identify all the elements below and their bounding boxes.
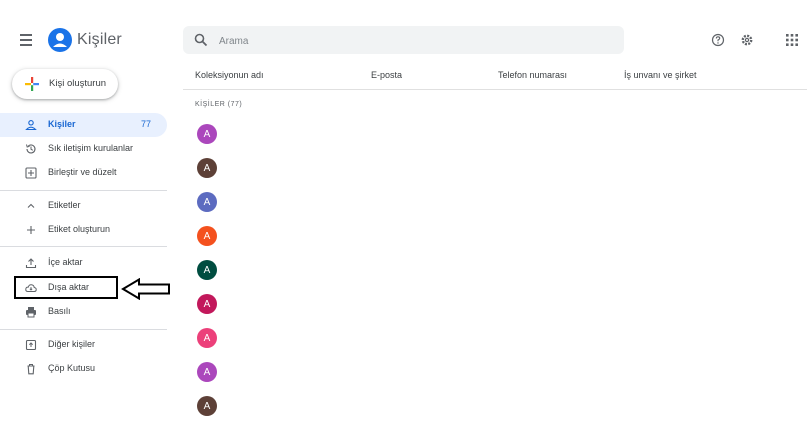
sidebar-divider [0,190,167,191]
sidebar-item-label: Etiketler [48,200,81,210]
table-row[interactable]: A [183,360,807,384]
merge-icon [25,166,37,179]
avatar[interactable]: A [197,362,217,382]
annotation-left-arrow-icon [121,277,171,301]
app-title: Kişiler [77,31,122,48]
avatar[interactable]: A [197,158,217,178]
contacts-section-label: KİŞİLER (77) [195,101,243,108]
table-row[interactable]: A [183,292,807,316]
table-row[interactable]: A [183,156,807,180]
sidebar-item-trash[interactable]: Çöp Kutusu [0,357,167,381]
avatar[interactable]: A [197,260,217,280]
sidebar-item-label: Etiket oluşturun [48,224,111,234]
chevron-up-icon [25,199,37,211]
sidebar-item-label: Birleştir ve düzelt [48,167,117,177]
table-row[interactable]: A [183,258,807,282]
table-row[interactable]: A [183,122,807,146]
sidebar-item-other-contacts[interactable]: Diğer kişiler [0,333,167,357]
avatar[interactable]: A [197,328,217,348]
search-icon[interactable] [194,33,208,47]
create-contact-button[interactable]: Kişi oluşturun [12,69,118,99]
column-header-job[interactable]: İş unvanı ve şirket [624,70,697,80]
sidebar-item-labels[interactable]: Etiketler [0,194,167,218]
sidebar-item-merge[interactable]: Birleştir ve düzelt [0,161,167,185]
column-header-name[interactable]: Koleksiyonun adı [195,70,264,80]
plus-icon [25,223,37,235]
contacts-logo-icon [48,28,72,52]
column-header-phone[interactable]: Telefon numarası [498,70,567,80]
sidebar-divider [0,329,167,330]
main-menu-icon[interactable] [18,31,36,49]
sidebar-item-print[interactable]: Basılı [0,300,167,324]
settings-icon[interactable] [740,33,754,47]
table-header-divider [183,89,807,90]
avatar[interactable]: A [197,226,217,246]
trash-icon [25,362,37,375]
avatar[interactable]: A [197,192,217,212]
apps-grid-icon[interactable] [785,33,799,47]
avatar[interactable]: A [197,294,217,314]
sidebar-item-label: İçe aktar [48,257,83,267]
sidebar-item-contacts[interactable]: Kişiler 77 [0,113,167,137]
table-row[interactable]: A [183,224,807,248]
avatar[interactable]: A [197,124,217,144]
upload-icon [25,256,37,269]
create-contact-label: Kişi oluşturun [49,78,107,89]
avatar[interactable]: A [197,396,217,416]
sidebar-item-label: Kişiler [48,119,76,129]
sidebar-item-frequent[interactable]: Sık iletişim kurulanlar [0,137,167,161]
search-input[interactable] [217,32,611,50]
person-icon [25,118,37,131]
other-contacts-icon [25,338,37,351]
table-row[interactable]: A [183,326,807,350]
print-icon [25,305,37,318]
sidebar-item-label: Diğer kişiler [48,339,96,349]
sidebar-item-create-label[interactable]: Etiket oluşturun [0,218,167,242]
help-icon[interactable] [711,33,725,47]
sidebar-divider [0,246,167,247]
table-row[interactable]: A [183,394,807,418]
sidebar-item-label: Sık iletişim kurulanlar [48,143,134,153]
colorful-plus-icon [25,77,40,92]
sidebar-item-label: Basılı [48,306,71,316]
sidebar-item-label: Çöp Kutusu [48,363,96,373]
annotation-highlight-box [14,276,118,299]
table-row[interactable]: A [183,190,807,214]
sidebar-item-import[interactable]: İçe aktar [0,251,167,275]
contacts-count-badge: 77 [140,119,151,129]
history-icon [25,142,37,154]
column-header-email[interactable]: E-posta [371,70,402,80]
